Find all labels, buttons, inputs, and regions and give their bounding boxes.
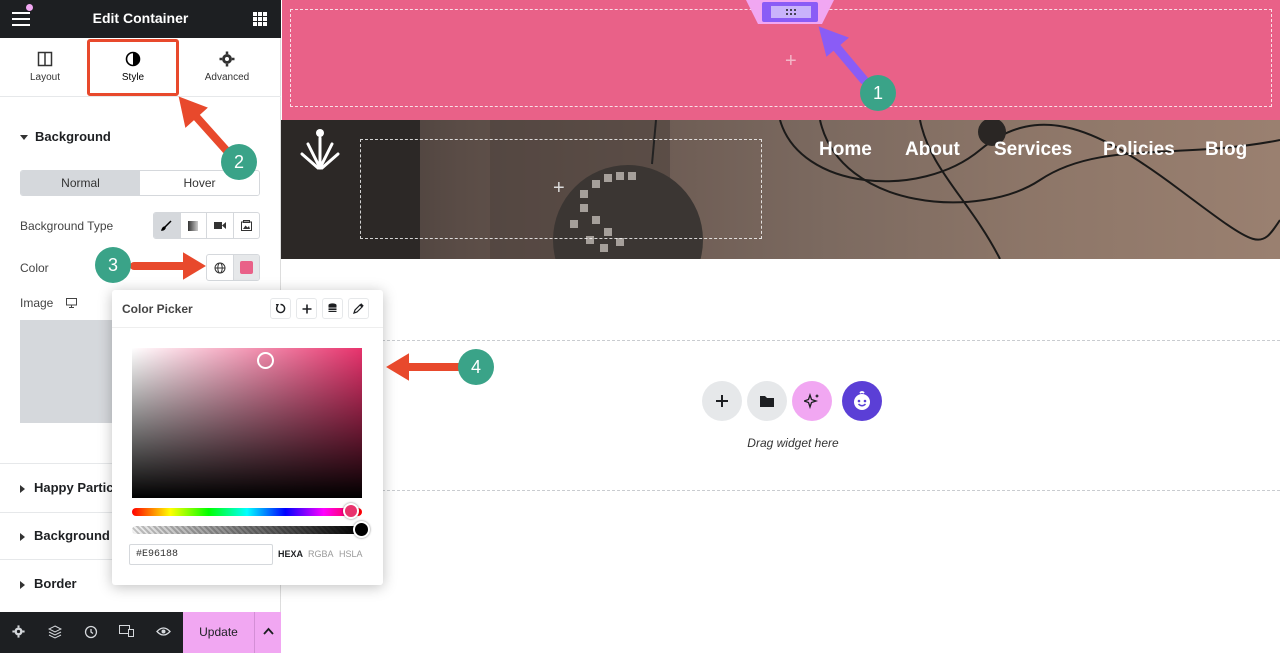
add-section-button[interactable]	[702, 381, 742, 421]
section-background[interactable]: Background	[20, 129, 111, 144]
add-element-icon[interactable]: +	[553, 177, 565, 200]
color-swatch	[239, 261, 253, 274]
container-handle[interactable]	[746, 0, 834, 26]
slideshow-icon[interactable]	[234, 213, 260, 238]
panel-title: Edit Container	[92, 10, 189, 26]
reset-button[interactable]	[270, 298, 291, 319]
saturation-handle[interactable]	[257, 352, 274, 369]
color-control	[206, 254, 260, 281]
responsive-icon[interactable]	[119, 625, 134, 640]
color-label: Color	[20, 261, 49, 275]
annotation-badge-2: 2	[221, 144, 257, 180]
background-type-control	[153, 212, 260, 239]
nav-policies[interactable]: Policies	[1103, 139, 1175, 161]
format-hexa[interactable]: HEXA	[278, 549, 303, 559]
nav-about[interactable]: About	[905, 139, 960, 161]
history-icon[interactable]	[83, 625, 98, 640]
annotation-highlight-box	[87, 39, 179, 96]
nav-home[interactable]: Home	[819, 139, 872, 161]
section-happy-particle-label: Happy Partic	[34, 480, 114, 495]
caret-down-icon	[20, 135, 28, 141]
plus-icon	[716, 395, 728, 407]
site-logo-icon	[300, 129, 340, 170]
normal-tab[interactable]: Normal	[21, 171, 140, 195]
settings-icon[interactable]	[11, 625, 26, 640]
widget-drop-zone[interactable]	[282, 340, 1280, 491]
hue-slider[interactable]	[132, 508, 362, 516]
preview-eye-icon[interactable]	[156, 625, 171, 640]
format-hsla[interactable]: HSLA	[339, 549, 363, 559]
chevron-up-icon	[262, 627, 274, 635]
widgets-grid-icon[interactable]	[253, 12, 267, 26]
desktop-icon[interactable]	[65, 298, 77, 308]
annotation-badge-4: 4	[458, 349, 494, 385]
plus-icon	[302, 304, 311, 313]
folder-icon	[760, 396, 774, 407]
color-picker-popover: Color Picker #E96188 HEXA RGBA HSLA	[112, 290, 383, 585]
section-happy-particle[interactable]: Happy Partic	[20, 480, 113, 495]
layers-icon[interactable]	[47, 625, 62, 640]
update-options-button[interactable]	[254, 612, 281, 653]
saturation-area[interactable]	[132, 348, 362, 498]
tab-advanced[interactable]: Advanced	[182, 38, 272, 97]
caret-right-icon	[20, 532, 25, 541]
add-template-button[interactable]	[747, 381, 787, 421]
image-label: Image	[20, 296, 77, 310]
section-border-label: Border	[34, 576, 77, 591]
color-picker-title: Color Picker	[122, 302, 193, 316]
happy-addons-button[interactable]	[842, 381, 882, 421]
caret-right-icon	[20, 580, 25, 589]
nav-services[interactable]: Services	[994, 139, 1072, 161]
format-rgba[interactable]: RGBA	[308, 549, 334, 559]
color-picker-header: Color Picker	[112, 290, 383, 328]
panel-footer: Update	[0, 612, 281, 653]
globe-icon[interactable]	[207, 255, 233, 280]
color-swatch-button[interactable]	[232, 255, 259, 280]
brush-icon[interactable]	[154, 213, 181, 238]
section-background-overlay-label: Background	[34, 528, 110, 543]
background-type-label: Background Type	[20, 219, 114, 233]
add-color-button[interactable]	[296, 298, 317, 319]
state-switch: Normal Hover	[20, 170, 260, 196]
annotation-badge-1: 1	[860, 75, 896, 111]
database-icon	[328, 303, 337, 312]
happy-addons-icon	[854, 391, 870, 410]
tab-layout[interactable]: Layout	[0, 38, 90, 97]
eyedropper-icon	[353, 303, 364, 314]
annotation-badge-3: 3	[95, 247, 131, 283]
image-label-text: Image	[20, 296, 54, 310]
opacity-slider[interactable]	[132, 526, 362, 534]
gradient-icon[interactable]	[181, 213, 207, 238]
sparkle-icon	[804, 393, 819, 409]
caret-right-icon	[20, 484, 25, 493]
hue-handle[interactable]	[343, 503, 359, 519]
update-button[interactable]: Update	[183, 612, 254, 653]
global-colors-button[interactable]	[322, 298, 343, 319]
tab-layout-label: Layout	[29, 72, 61, 83]
video-icon[interactable]	[207, 213, 234, 238]
drag-widget-hint: Drag widget here	[747, 436, 839, 450]
section-border[interactable]: Border	[20, 576, 77, 591]
ai-button[interactable]	[792, 381, 832, 421]
gear-icon	[219, 51, 235, 67]
reset-icon	[275, 303, 286, 314]
section-background-overlay[interactable]: Background	[20, 528, 110, 543]
eyedropper-button[interactable]	[348, 298, 369, 319]
nav-blog[interactable]: Blog	[1205, 139, 1247, 161]
add-element-icon[interactable]: +	[785, 50, 797, 73]
section-background-label: Background	[35, 129, 111, 144]
panel-header: Edit Container	[0, 0, 281, 38]
layout-icon	[37, 51, 53, 67]
opacity-handle[interactable]	[353, 521, 370, 538]
hex-input[interactable]: #E96188	[129, 544, 273, 565]
tab-advanced-label: Advanced	[204, 72, 250, 83]
container-handle-icon	[746, 0, 834, 24]
